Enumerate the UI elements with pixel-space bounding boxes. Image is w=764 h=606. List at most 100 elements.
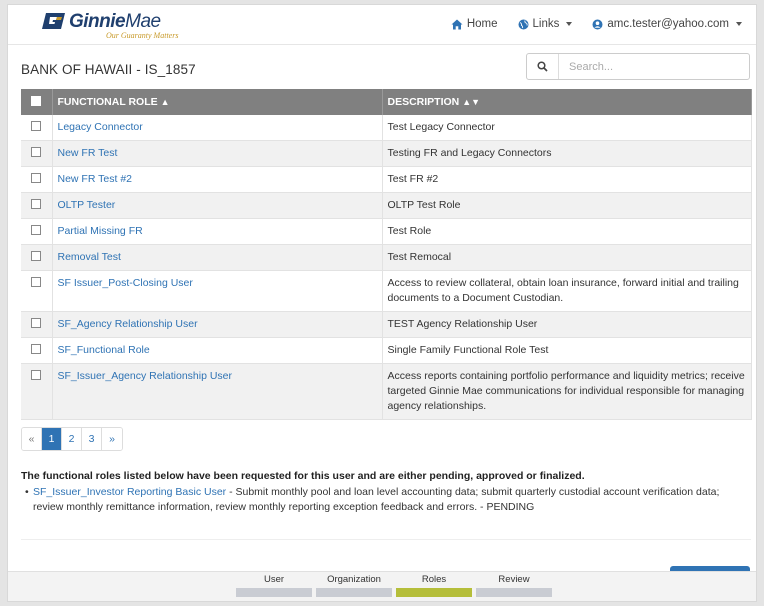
search-input[interactable] (559, 54, 749, 79)
row-select-cell (21, 244, 53, 271)
role-link[interactable]: SF Issuer_Post-Closing User (58, 277, 193, 289)
row-select-cell (21, 192, 53, 219)
wizard-steps: User Organization Roles Review (236, 574, 552, 597)
role-link[interactable]: SF_Issuer_Agency Relationship User (58, 370, 233, 382)
pagination-prev-button[interactable]: « (22, 428, 42, 450)
column-header-description[interactable]: DESCRIPTION ▲▼ (382, 89, 752, 115)
description-cell: Test Remocal (382, 244, 752, 271)
search-icon[interactable] (527, 54, 559, 79)
row-select-cell (21, 166, 53, 193)
wizard-step-label: Roles (421, 574, 447, 585)
pagination: « 1 2 3 » (21, 427, 123, 451)
row-checkbox[interactable] (31, 225, 42, 235)
wizard-step-bar (316, 588, 392, 597)
role-link[interactable]: OLTP Tester (58, 199, 116, 211)
description-cell: Single Family Functional Role Test (382, 337, 752, 364)
role-link[interactable]: Removal Test (58, 251, 121, 263)
row-checkbox[interactable] (31, 251, 42, 261)
role-cell: Removal Test (52, 244, 383, 271)
row-checkbox[interactable] (31, 277, 42, 287)
role-cell: SF_Issuer_Agency Relationship User (52, 363, 383, 420)
table-row: Removal Test Test Remocal (21, 244, 752, 271)
select-all-checkbox[interactable] (31, 95, 42, 106)
nav-links-dropdown[interactable]: Links (518, 18, 573, 30)
description-cell: Test FR #2 (382, 166, 752, 193)
row-select-cell (21, 218, 53, 245)
search-glyph (537, 61, 548, 72)
sort-icon: ▲▼ (462, 97, 481, 107)
page-title: BANK OF HAWAII - IS_1857 (21, 62, 196, 77)
row-checkbox[interactable] (31, 370, 42, 380)
table-row: New FR Test Testing FR and Legacy Connec… (21, 140, 752, 167)
bullet-icon: • (25, 486, 29, 498)
wizard-step-roles[interactable]: Roles (396, 574, 472, 597)
wizard-step-user[interactable]: User (236, 574, 312, 597)
nav-home-link[interactable]: Home (451, 18, 498, 30)
row-select-cell (21, 115, 53, 141)
row-checkbox[interactable] (31, 173, 42, 183)
requested-roles-heading: The functional roles listed below have b… (21, 470, 585, 482)
description-header-label: DESCRIPTION (387, 96, 460, 108)
wizard-step-organization[interactable]: Organization (316, 574, 392, 597)
table-row: OLTP Tester OLTP Test Role (21, 192, 752, 219)
nav-user-label: amc.tester@yahoo.com (607, 18, 729, 30)
description-cell: Test Role (382, 218, 752, 245)
role-link[interactable]: Legacy Connector (58, 121, 143, 133)
wizard-step-review[interactable]: Review (476, 574, 552, 597)
requested-roles-section: The functional roles listed below have b… (21, 470, 751, 515)
page: GinnieMae Our Guaranty Matters Home Link… (7, 4, 757, 602)
role-cell: SF_Functional Role (52, 337, 383, 364)
role-cell: SF_Agency Relationship User (52, 311, 383, 338)
role-link[interactable]: SF_Agency Relationship User (58, 318, 198, 330)
row-checkbox[interactable] (31, 121, 42, 131)
screenshot-frame: GinnieMae Our Guaranty Matters Home Link… (0, 0, 764, 606)
table-row: SF_Issuer_Agency Relationship User Acces… (21, 363, 752, 420)
row-checkbox[interactable] (31, 199, 42, 209)
requested-role-link[interactable]: SF_Issuer_Investor Reporting Basic User (33, 486, 226, 498)
role-cell: New FR Test #2 (52, 166, 383, 193)
description-cell: TEST Agency Relationship User (382, 311, 752, 338)
table-row: Partial Missing FR Test Role (21, 218, 752, 245)
role-link[interactable]: SF_Functional Role (58, 344, 150, 356)
row-select-cell (21, 363, 53, 420)
role-cell: SF Issuer_Post-Closing User (52, 270, 383, 312)
role-link[interactable]: New FR Test #2 (58, 173, 133, 185)
wizard-step-bar (396, 588, 472, 597)
wizard-step-bar (236, 588, 312, 597)
table-row: SF Issuer_Post-Closing User Access to re… (21, 270, 752, 312)
user-circle-icon (592, 19, 603, 29)
pagination-page-2[interactable]: 2 (62, 428, 82, 450)
row-select-cell (21, 270, 53, 312)
nav-home-label: Home (466, 18, 498, 30)
functional-role-header-label: FUNCTIONAL ROLE (57, 96, 158, 108)
nav-user-dropdown[interactable]: amc.tester@yahoo.com (592, 18, 742, 30)
table-header-row: FUNCTIONAL ROLE ▲ DESCRIPTION ▲▼ (21, 89, 752, 115)
divider (21, 539, 751, 540)
logo-flag-icon (42, 13, 65, 29)
description-cell: Testing FR and Legacy Connectors (382, 140, 752, 167)
logo-wordmark: GinnieMae (69, 11, 161, 32)
requested-role-item: • SF_Issuer_Investor Reporting Basic Use… (21, 485, 751, 515)
row-checkbox[interactable] (31, 344, 42, 354)
ginnie-mae-logo[interactable]: GinnieMae Our Guaranty Matters (42, 10, 202, 40)
table-row: SF_Agency Relationship User TEST Agency … (21, 311, 752, 338)
home-icon (451, 19, 463, 29)
role-cell: OLTP Tester (52, 192, 383, 219)
role-cell: Partial Missing FR (52, 218, 383, 245)
logo-tagline: Our Guaranty Matters (106, 31, 179, 40)
search-box (526, 53, 750, 80)
role-cell: New FR Test (52, 140, 383, 167)
globe-icon (518, 19, 529, 29)
pagination-next-button[interactable]: » (102, 428, 122, 450)
functional-roles-table: FUNCTIONAL ROLE ▲ DESCRIPTION ▲▼ Legacy Co… (21, 89, 752, 420)
pagination-page-1[interactable]: 1 (42, 428, 62, 450)
row-checkbox[interactable] (31, 318, 42, 328)
row-checkbox[interactable] (31, 147, 42, 157)
pagination-page-3[interactable]: 3 (82, 428, 102, 450)
role-link[interactable]: New FR Test (58, 147, 118, 159)
row-select-cell (21, 140, 53, 167)
role-link[interactable]: Partial Missing FR (58, 225, 143, 237)
sort-asc-icon: ▲ (160, 97, 170, 107)
column-header-functional-role[interactable]: FUNCTIONAL ROLE ▲ (52, 89, 383, 115)
wizard-step-label: User (263, 574, 285, 585)
